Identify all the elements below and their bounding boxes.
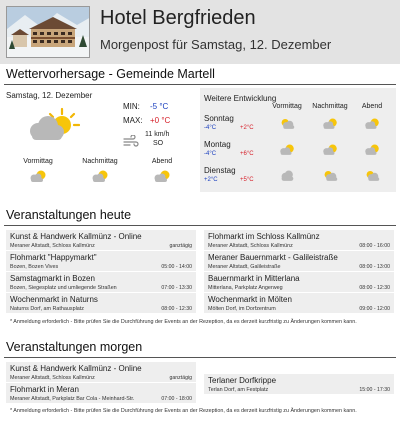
forecast-max: +2°C [240,125,254,131]
event-time: 08:00 - 16:00 [359,243,390,249]
daypart-label: Nachmittag [82,158,118,165]
event-item[interactable]: Flohmarkt im Schloss Kallmünz Meraner Al… [204,230,394,251]
event-title: Flohmarkt in Meran [10,385,79,394]
divider [4,357,396,358]
event-time: 05:00 - 14:00 [161,264,192,270]
forecast-day: Montag [204,140,231,149]
weather-date: Samstag, 12. Dezember [6,91,93,100]
sun-cloud-icon [365,118,379,129]
event-item[interactable]: Samstagmarkt in Bozen Bozen, Siegesplatz… [6,272,196,293]
event-title: Meraner Bauernmarkt - Galileistraße [208,253,338,262]
forecast-max: +6°C [240,151,254,157]
cloud-sun-icon [324,171,338,181]
morning-post-date: Morgenpost für Samstag, 12. Dezember [100,37,332,52]
events-tomorrow-right: Terlaner Dorfkrippe Terlan Dorf, am Fest… [204,374,394,395]
event-title: Wochenmarkt in Mölten [208,295,292,304]
event-time: 08:00 - 13:00 [359,264,390,270]
sun-cloud-icon [365,144,379,155]
max-temperature: +0 °C [150,116,171,125]
forecast-max: +5°C [240,177,254,183]
event-item[interactable]: Wochenmarkt in Mölten Mölten Dorf, im Do… [204,293,394,314]
event-item[interactable]: Flohmarkt "Happymarkt" Bozen, Bozen Vive… [6,251,196,272]
events-tomorrow-left: Kunst & Handwerk Kallmünz - Online Meran… [6,362,196,404]
hotel-name: Hotel Bergfrieden [100,7,256,29]
event-title: Terlaner Dorfkrippe [208,376,277,385]
min-temperature: -5 °C [150,102,169,111]
events-today-left: Kunst & Handwerk Kallmünz - Online Meran… [6,230,196,314]
event-item[interactable]: Terlaner Dorfkrippe Terlan Dorf, am Fest… [204,374,394,395]
event-time: ganztägig [169,243,193,249]
sun-cloud-icon [30,170,46,182]
event-location: Meraner Altstadt, Schloss Kallmünz [10,243,95,249]
cloud-sun-icon [366,171,380,181]
min-label: MIN: [123,102,140,111]
event-time: 09:00 - 12:00 [359,306,390,312]
daypart-label: Vormittag [23,158,53,165]
header-bar: Hotel Bergfrieden Morgenpost für Samstag… [0,0,400,64]
event-title: Kunst & Handwerk Kallmünz - Online [10,232,142,241]
sun-cloud-icon [154,170,170,182]
event-location: Bozen, Bozen Vives [10,264,59,270]
hotel-photo [6,6,90,58]
event-location: Meraner Altstadt, Schloss Kallmünz [10,375,95,381]
max-label: MAX: [123,116,143,125]
events-today-right: Flohmarkt im Schloss Kallmünz Meraner Al… [204,230,394,314]
event-location: Mölten Dorf, im Dorfzentrum [208,306,276,312]
event-item[interactable]: Meraner Bauernmarkt - Galileistraße Mera… [204,251,394,272]
sun-cloud-icon [280,144,294,155]
event-title: Bauernmarkt in Mitterlana [208,274,300,283]
wind-direction: SO [153,140,164,147]
event-item[interactable]: Flohmarkt in Meran Meraner Altstadt, Par… [6,383,196,404]
event-location: Meraner Altstadt, Galileistraße [208,264,281,270]
forecast-min: +2°C [204,177,218,183]
event-item[interactable]: Kunst & Handwerk Kallmünz - Online Meran… [6,362,196,383]
event-location: Bozen, Siegesplatz und umliegende Straße… [10,285,117,291]
forecast-column-header: Abend [361,103,383,110]
event-item[interactable]: Kunst & Handwerk Kallmünz - Online Meran… [6,230,196,251]
event-item[interactable]: Wochenmarkt in Naturns Naturns Dorf, am … [6,293,196,314]
event-title: Flohmarkt "Happymarkt" [10,253,97,262]
sun-cloud-icon [30,107,80,140]
event-time: ganztägig [169,375,193,381]
sun-cloud-icon [323,118,337,129]
event-time: 08:00 - 12:30 [359,285,390,291]
event-title: Samstagmarkt in Bozen [10,274,95,283]
wind-info: 11 km/h SO [145,130,169,148]
event-location: Mitterlana, Parkplatz Angerweg [208,285,283,291]
cloud-icon [281,170,294,181]
sun-cloud-icon [323,144,337,155]
forecast-column-header: Nachmittag [312,103,348,110]
event-title: Kunst & Handwerk Kallmünz - Online [10,364,142,373]
forecast-day: Dienstag [204,166,236,175]
forecast-min: -4°C [204,125,217,131]
wind-speed: 11 km/h [145,131,170,138]
forecast-column-header: Vormittag [272,103,302,110]
weather-section-title: Wettervorhersage - Gemeinde Martell [6,67,215,81]
event-title: Wochenmarkt in Naturns [10,295,98,304]
daypart-label: Abend [151,158,173,165]
event-time: 07:00 - 18:00 [161,396,192,402]
events-tomorrow-title: Veranstaltungen morgen [6,340,143,354]
event-time: 07:00 - 13:30 [161,285,192,291]
divider [4,225,396,226]
events-today-note: * Anmeldung erforderlich - Bitte prüfen … [10,319,357,325]
event-location: Terlan Dorf, am Festplatz [208,387,269,393]
forecast-day: Sonntag [204,114,234,123]
wind-icon [123,135,139,147]
events-today-title: Veranstaltungen heute [6,208,132,222]
forecast-min: -4°C [204,151,217,157]
cloud-sun-icon [281,119,295,129]
event-title: Flohmarkt im Schloss Kallmünz [208,232,320,241]
event-location: Meraner Altstadt, Parkplatz Bar Cola - M… [10,396,135,402]
forecast-title: Weitere Entwicklung [204,94,277,103]
event-location: Naturns Dorf, am Rathausplatz [10,306,85,312]
event-item[interactable]: Bauernmarkt in Mitterlana Mitterlana, Pa… [204,272,394,293]
event-time: 08:00 - 12:30 [161,306,192,312]
sun-cloud-icon [92,170,108,182]
event-location: Meraner Altstadt, Schloss Kallmünz [208,243,293,249]
divider [4,84,396,85]
events-tomorrow-note: * Anmeldung erforderlich - Bitte prüfen … [10,408,357,414]
event-time: 15:00 - 17:30 [359,387,390,393]
